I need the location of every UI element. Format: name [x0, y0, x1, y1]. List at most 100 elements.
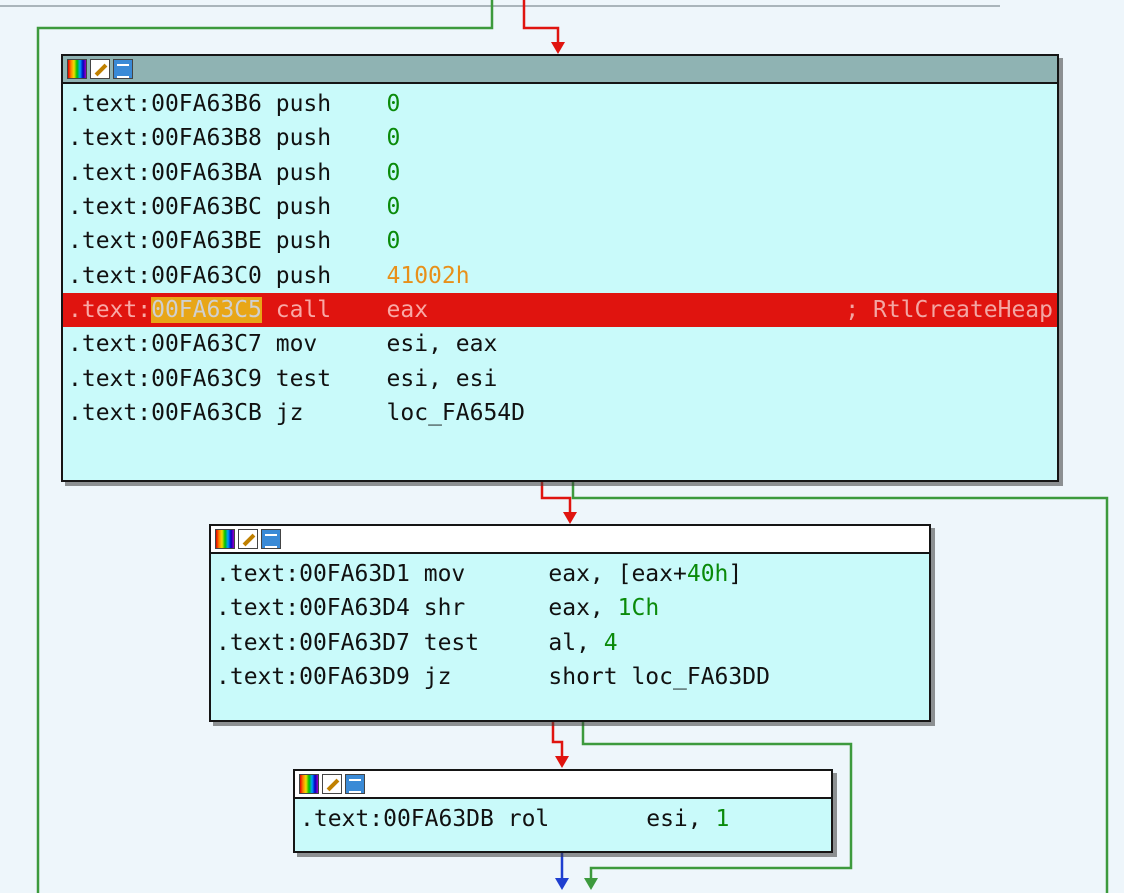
- instruction-mnemonic: push: [275, 194, 332, 221]
- instruction-operand: eax, [eax+: [548, 561, 687, 588]
- section-prefix: .text:: [216, 664, 300, 691]
- asm-line[interactable]: .text: 00FA63D4 shr eax, 1Ch: [211, 591, 929, 625]
- instruction-mnemonic: mov: [275, 331, 318, 358]
- asm-line[interactable]: .text: 00FA63BE push 0: [63, 224, 1057, 258]
- instruction-address: 00FA63B8: [151, 125, 262, 152]
- edge-block2-block3: [551, 720, 564, 757]
- asm-line[interactable]: .text: 00FA63B8 push 0: [63, 121, 1057, 155]
- instruction-operand: 1Ch: [617, 595, 660, 622]
- block-2-body: .text: 00FA63D1 mov eax, [eax+ 40h] .text: 0…: [211, 554, 929, 697]
- instruction-address: 00FA63BC: [151, 194, 262, 221]
- instruction-operand: short loc_FA63DD: [548, 664, 770, 691]
- instruction-address: 00FA63D9: [299, 664, 410, 691]
- basic-block-2[interactable]: .text: 00FA63D1 mov eax, [eax+ 40h] .text: 0…: [209, 524, 931, 722]
- instruction-mnemonic: test: [423, 629, 480, 656]
- instruction-mnemonic: rol: [507, 806, 550, 833]
- instruction-address: 00FA63B6: [151, 91, 262, 118]
- section-prefix: .text:: [216, 595, 300, 622]
- block-1-header[interactable]: [63, 56, 1057, 84]
- section-prefix: .text:: [68, 194, 152, 221]
- instruction-mnemonic: push: [275, 159, 332, 186]
- edit-node-icon[interactable]: [322, 774, 342, 794]
- section-prefix: .text:: [300, 806, 384, 833]
- instruction-address: 00FA63D1: [299, 561, 410, 588]
- instruction-address: 00FA63BE: [151, 228, 262, 255]
- asm-line[interactable]: .text: 00FA63BC push 0: [63, 190, 1057, 224]
- section-prefix: .text:: [68, 125, 152, 152]
- instruction-address: 00FA63C5: [151, 296, 262, 323]
- instruction-address: 00FA63D4: [299, 595, 410, 622]
- color-palette-icon[interactable]: [215, 529, 235, 549]
- instruction-operand: 41002h: [386, 262, 470, 289]
- instruction-address: 00FA63CB: [151, 399, 262, 426]
- basic-block-1[interactable]: .text: 00FA63B6 push 0 .text: 00FA63B8 push…: [61, 54, 1059, 482]
- section-prefix: .text:: [68, 91, 152, 118]
- arrow-block3-next: [555, 878, 569, 890]
- instruction-mnemonic: push: [275, 91, 332, 118]
- arrow-block2-loc_FA63DD: [584, 878, 598, 890]
- instruction-operand: loc_FA654D: [386, 399, 526, 426]
- asm-line[interactable]: .text: 00FA63BA push 0: [63, 156, 1057, 190]
- instruction-address: 00FA63C0: [151, 262, 262, 289]
- instruction-operand: 40h: [686, 561, 729, 588]
- edit-node-icon[interactable]: [238, 529, 258, 549]
- section-prefix: .text:: [68, 365, 152, 392]
- arrow-block1-block2: [563, 512, 577, 524]
- instruction-operand: eax: [386, 296, 429, 323]
- graph-overview-icon[interactable]: [345, 774, 365, 794]
- section-prefix: .text:: [216, 561, 300, 588]
- instruction-mnemonic: test: [275, 365, 332, 392]
- block-2-header[interactable]: [211, 526, 929, 554]
- asm-line[interactable]: .text: 00FA63C0 push 41002h: [63, 258, 1057, 292]
- instruction-address: 00FA63BA: [151, 159, 262, 186]
- instruction-operand: 1: [715, 806, 730, 833]
- asm-line[interactable]: .text: 00FA63DB rol esi, 1: [295, 802, 831, 836]
- section-prefix: .text:: [68, 399, 152, 426]
- block-3-body: .text: 00FA63DB rol esi, 1: [295, 799, 831, 839]
- instruction-operand: ]: [728, 561, 743, 588]
- instruction-operand: esi, eax: [386, 331, 498, 358]
- asm-line[interactable]: .text: 00FA63D1 mov eax, [eax+ 40h]: [211, 557, 929, 591]
- instruction-mnemonic: call: [275, 296, 332, 323]
- instruction-operand: 4: [603, 629, 618, 656]
- section-prefix: .text:: [68, 331, 152, 358]
- instruction-address: 00FA63C9: [151, 365, 262, 392]
- instruction-operand: 0: [386, 194, 401, 221]
- asm-line[interactable]: .text: 00FA63D7 test al, 4: [211, 626, 929, 660]
- arrow-block2-block3: [555, 756, 569, 768]
- asm-line[interactable]: .text: 00FA63D9 jz short loc_FA63DD: [211, 660, 929, 694]
- section-prefix: .text:: [68, 262, 152, 289]
- block-1-body: .text: 00FA63B6 push 0 .text: 00FA63B8 push…: [63, 84, 1057, 433]
- instruction-operand: 0: [386, 125, 401, 152]
- graph-overview-icon[interactable]: [261, 529, 281, 549]
- instruction-mnemonic: mov: [423, 561, 466, 588]
- instruction-mnemonic: push: [275, 262, 332, 289]
- basic-block-3[interactable]: .text: 00FA63DB rol esi, 1: [293, 769, 833, 853]
- block-3-header[interactable]: [295, 771, 831, 799]
- instruction-mnemonic: jz: [275, 399, 304, 426]
- color-palette-icon[interactable]: [299, 774, 319, 794]
- asm-line[interactable]: .text: 00FA63C9 test esi, esi: [63, 361, 1057, 395]
- instruction-operand: al,: [548, 629, 604, 656]
- asm-line[interactable]: .text: 00FA63C5 call eax ; RtlCreateHeap: [63, 292, 1057, 328]
- instruction-address: 00FA63D7: [299, 629, 410, 656]
- instruction-address: 00FA63DB: [383, 806, 494, 833]
- section-prefix: .text:: [68, 228, 152, 255]
- instruction-mnemonic: push: [275, 228, 332, 255]
- graph-overview-icon[interactable]: [113, 59, 133, 79]
- instruction-mnemonic: push: [275, 125, 332, 152]
- section-prefix: .text:: [68, 296, 152, 323]
- instruction-mnemonic: jz: [423, 664, 452, 691]
- instruction-operand: eax,: [548, 595, 618, 622]
- asm-line[interactable]: .text: 00FA63CB jz loc_FA654D: [63, 396, 1057, 430]
- instruction-operand: esi,: [646, 806, 716, 833]
- asm-line[interactable]: .text: 00FA63B6 push 0: [63, 87, 1057, 121]
- instruction-address: 00FA63C7: [151, 331, 262, 358]
- edge-block1-block2: [540, 478, 572, 513]
- instruction-operand: 0: [386, 228, 401, 255]
- section-prefix: .text:: [68, 159, 152, 186]
- color-palette-icon[interactable]: [67, 59, 87, 79]
- edit-node-icon[interactable]: [90, 59, 110, 79]
- instruction-operand: 0: [386, 91, 401, 118]
- asm-line[interactable]: .text: 00FA63C7 mov esi, eax: [63, 327, 1057, 361]
